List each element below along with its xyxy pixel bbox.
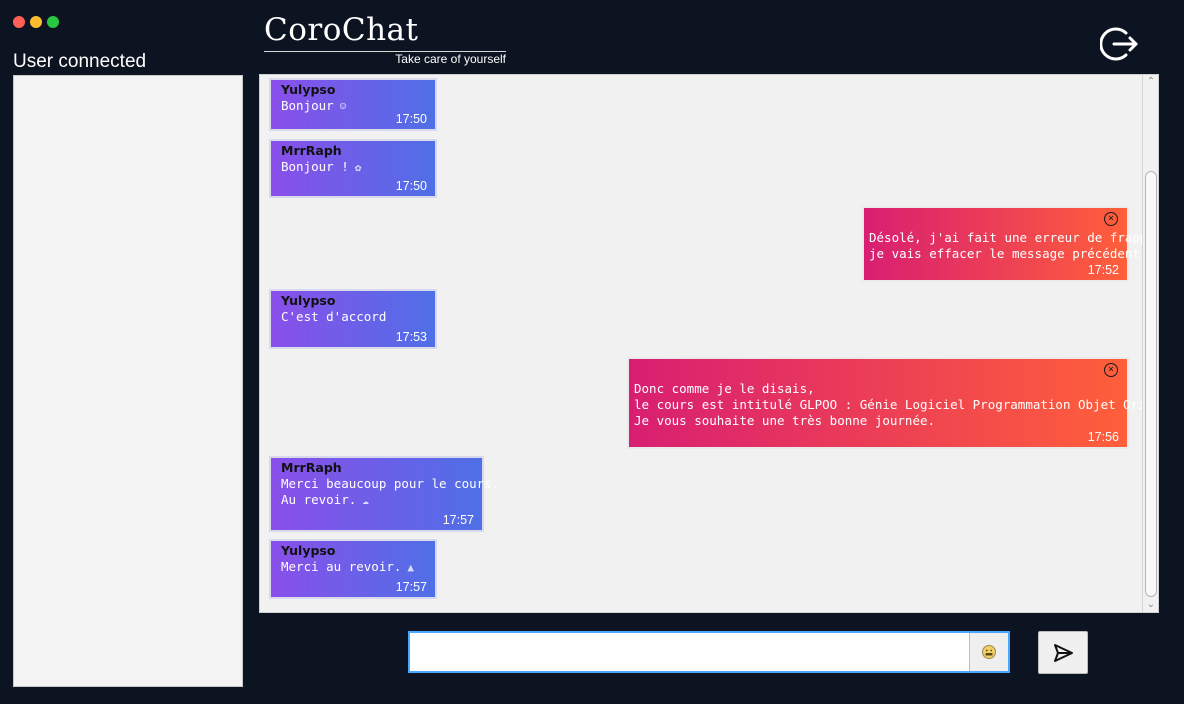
message-bubble: × Donc comme je le disais, le cours est …	[627, 357, 1159, 449]
send-button[interactable]	[1038, 631, 1088, 674]
sidebar-title: User connected	[13, 51, 147, 72]
close-window-button[interactable]	[13, 16, 25, 28]
minimize-window-button[interactable]	[30, 16, 42, 28]
app-tagline: Take care of yourself	[395, 52, 506, 66]
message-time: 17:56	[1087, 430, 1119, 444]
message-bubble: Yulypso Bonjour ☺ 17:50	[269, 78, 437, 131]
send-icon	[1054, 643, 1073, 662]
message-author: MrrRaph	[281, 460, 342, 475]
scroll-down-icon[interactable]: ⌄	[1143, 598, 1158, 612]
message-time: 17:50	[395, 179, 427, 193]
message-text: Désolé, j'ai fait une erreur de frappe,	[869, 230, 1159, 245]
cat-icon: ✿	[354, 160, 362, 174]
delete-message-button[interactable]: ×	[1104, 212, 1118, 226]
message-bubble: Yulypso C'est d'accord 17:53	[269, 289, 437, 349]
message-author: MrrRaph	[281, 143, 342, 158]
message-bubble: Yulypso Merci au revoir. ▲ 17:57	[269, 539, 437, 599]
message-text: Bonjour	[281, 98, 334, 113]
smile-icon: ☺	[339, 99, 347, 113]
chat-scrollbar[interactable]: ⌃ ⌄	[1142, 75, 1158, 612]
corochat-window: User connected CoroChat Take care of you…	[0, 0, 1184, 704]
message-author: Yulypso	[281, 543, 336, 558]
message-input[interactable]	[410, 633, 970, 671]
scroll-up-icon[interactable]: ⌃	[1143, 75, 1158, 89]
message-text: C'est d'accord	[281, 309, 387, 324]
message-composer	[408, 631, 1010, 673]
delete-message-button[interactable]: ×	[1104, 363, 1118, 377]
scroll-thumb[interactable]	[1145, 171, 1157, 597]
ghost-icon: ☁	[362, 493, 369, 507]
logout-button[interactable]	[1099, 24, 1140, 64]
message-bubble: MrrRaph Merci beaucoup pour le cours. Au…	[269, 456, 500, 532]
message-bubble: MrrRaph Bonjour ! ✿ 17:50	[269, 139, 437, 198]
message-text: Merci au revoir.	[281, 559, 402, 574]
message-time: 17:50	[395, 112, 427, 126]
emoji-picker-button[interactable]	[969, 633, 1008, 671]
message-text: Je vous souhaite une très bonne journée.	[634, 413, 936, 428]
message-author: Yulypso	[281, 293, 336, 308]
message-time: 17:53	[395, 330, 427, 344]
maximize-window-button[interactable]	[47, 16, 59, 28]
connected-user-list[interactable]	[13, 75, 243, 687]
window-controls	[13, 16, 59, 28]
emoji-icon	[982, 645, 996, 659]
message-author: Yulypso	[281, 82, 336, 97]
brand-logo: CoroChat Take care of yourself	[264, 10, 506, 68]
message-text: je vais effacer le message précédent.	[869, 246, 1148, 261]
message-list[interactable]: Yulypso Bonjour ☺ 17:50 MrrRaph Bonjour !…	[259, 74, 1159, 613]
message-text: Merci beaucoup pour le cours.	[281, 476, 500, 491]
message-time: 17:52	[1087, 263, 1119, 277]
logout-icon	[1099, 27, 1138, 61]
message-bubble: × Désolé, j'ai fait une erreur de frappe…	[862, 206, 1159, 282]
rocket-icon: ▲	[407, 560, 415, 574]
message-time: 17:57	[395, 580, 427, 594]
app-title: CoroChat	[264, 12, 419, 48]
message-text: le cours est intitulé GLPOO : Génie Logi…	[634, 397, 1159, 412]
message-text: Au revoir.	[281, 492, 357, 507]
message-time: 17:57	[442, 513, 474, 527]
message-text: Bonjour !	[281, 159, 349, 174]
message-text: Donc comme je le disais,	[634, 381, 815, 396]
